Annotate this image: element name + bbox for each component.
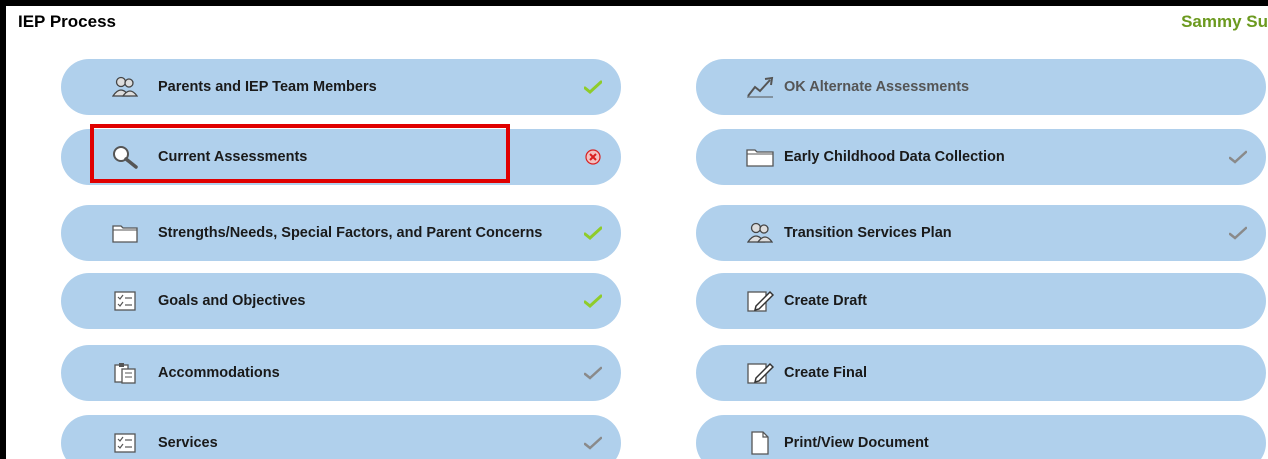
nav-label: Create Draft [784, 293, 867, 309]
nav-button-goals-objectives[interactable]: Goals and Objectives [61, 273, 621, 329]
nav-button-current-assessments[interactable]: Current Assessments [61, 129, 621, 185]
checklist-icon [111, 431, 139, 455]
nav-button-ok-alternate-assessments[interactable]: OK Alternate Assessments [696, 59, 1266, 115]
magnifier-icon [111, 145, 139, 169]
checkmark-green-icon [583, 77, 603, 97]
nav-label: Current Assessments [158, 149, 308, 165]
nav-label: Goals and Objectives [158, 293, 306, 309]
checkmark-gray-icon [1228, 147, 1248, 167]
checkmark-green-icon [583, 223, 603, 243]
folder-icon [111, 221, 139, 245]
nav-label: Create Final [784, 365, 867, 381]
nav-label: OK Alternate Assessments [784, 79, 970, 95]
iep-process-panel: IEP Process Sammy Su Parents and IEP Tea… [6, 6, 1268, 459]
checkmark-green-icon [583, 291, 603, 311]
student-name: Sammy Su [1181, 12, 1268, 31]
nav-button-services[interactable]: Services [61, 415, 621, 459]
error-x-icon [583, 147, 603, 167]
checkmark-gray-icon [1228, 223, 1248, 243]
document-icon [746, 431, 774, 455]
nav-button-create-final[interactable]: Create Final [696, 345, 1266, 401]
edit-document-icon [746, 289, 774, 313]
nav-label: Accommodations [158, 365, 280, 381]
chart-arrow-icon [746, 75, 774, 99]
checkmark-gray-icon [583, 433, 603, 453]
folder-icon [746, 145, 774, 169]
people-icon [111, 75, 139, 99]
nav-label: Early Childhood Data Collection [784, 149, 1005, 165]
nav-label: Transition Services Plan [784, 225, 952, 241]
clipboard-icon [111, 361, 139, 385]
nav-label: Strengths/Needs, Special Factors, and Pa… [158, 225, 543, 241]
nav-label: Parents and IEP Team Members [158, 79, 377, 95]
page-title: IEP Process [18, 12, 116, 31]
nav-button-early-childhood[interactable]: Early Childhood Data Collection [696, 129, 1266, 185]
nav-label: Print/View Document [784, 435, 929, 451]
nav-button-accommodations[interactable]: Accommodations [61, 345, 621, 401]
nav-button-create-draft[interactable]: Create Draft [696, 273, 1266, 329]
nav-button-print-view[interactable]: Print/View Document [696, 415, 1266, 459]
nav-label: Services [158, 435, 218, 451]
checklist-icon [111, 289, 139, 313]
nav-button-transition-services[interactable]: Transition Services Plan [696, 205, 1266, 261]
nav-button-parents-team[interactable]: Parents and IEP Team Members [61, 59, 621, 115]
checkmark-gray-icon [583, 363, 603, 383]
people-icon [746, 221, 774, 245]
edit-document-icon [746, 361, 774, 385]
nav-button-strengths-needs[interactable]: Strengths/Needs, Special Factors, and Pa… [61, 205, 621, 261]
